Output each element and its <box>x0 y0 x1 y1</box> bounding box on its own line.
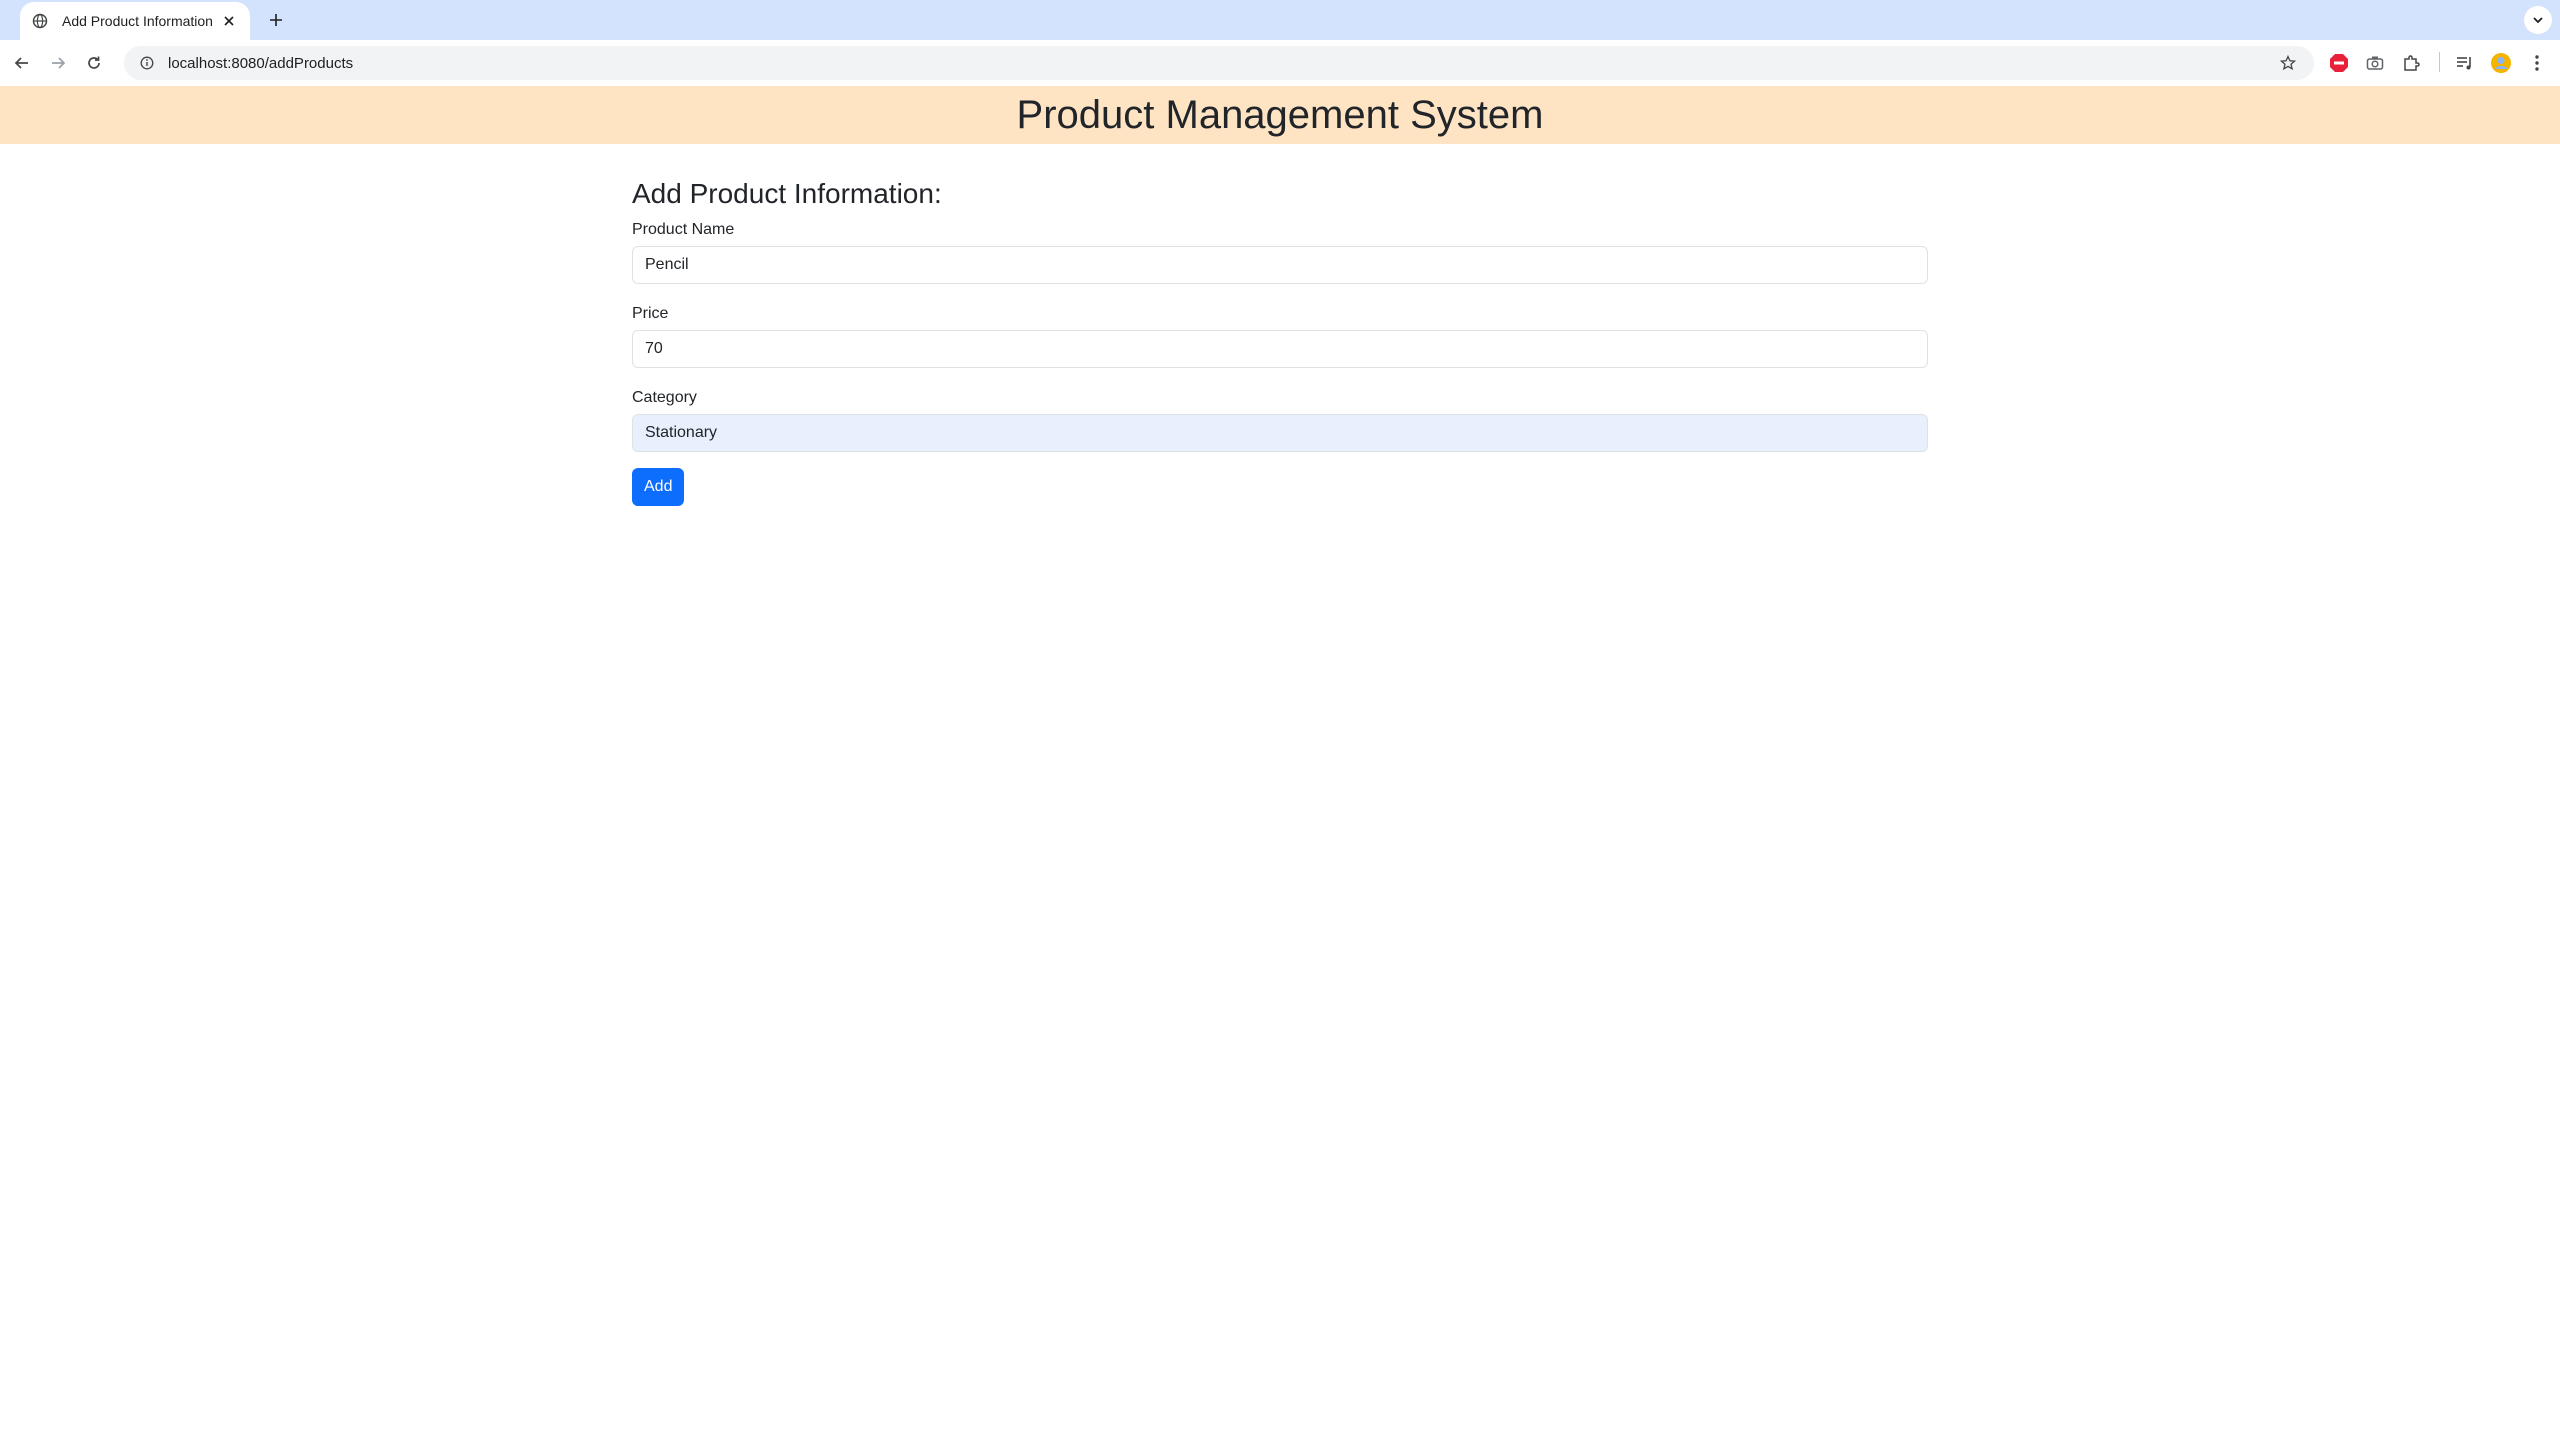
site-info-icon[interactable] <box>138 54 156 72</box>
category-field-group: Category <box>632 386 1928 452</box>
form-title: Add Product Information: <box>632 178 942 209</box>
browser-tab[interactable]: Add Product Information <box>20 2 250 40</box>
category-input[interactable] <box>632 414 1928 452</box>
toolbar-divider <box>2439 52 2440 72</box>
price-label: Price <box>632 305 669 322</box>
media-control-icon[interactable] <box>2452 50 2478 76</box>
product-name-field-group: Product Name <box>632 218 1928 284</box>
camera-icon[interactable] <box>2362 50 2388 76</box>
product-name-label: Product Name <box>632 221 735 238</box>
kebab-menu-icon[interactable] <box>2524 50 2550 76</box>
back-arrow-icon[interactable] <box>8 49 36 77</box>
globe-icon <box>30 11 50 31</box>
category-label: Category <box>632 389 697 406</box>
url-text: localhost:8080/addProducts <box>168 54 354 72</box>
adblock-icon[interactable] <box>2326 50 2352 76</box>
reload-icon[interactable] <box>80 49 108 77</box>
browser-toolbar: localhost:8080/addProducts <box>0 40 2560 86</box>
chevron-down-icon[interactable] <box>2524 6 2552 34</box>
add-product-form: Add Product Information: Product Name Pr… <box>632 170 1928 506</box>
tab-strip: Add Product Information <box>0 0 2560 40</box>
add-button[interactable]: Add <box>632 468 685 506</box>
tab-title: Add Product Information <box>62 13 213 29</box>
close-icon[interactable] <box>218 10 240 32</box>
price-input[interactable] <box>632 330 1928 368</box>
forward-arrow-icon[interactable] <box>44 49 72 77</box>
product-name-input[interactable] <box>632 246 1928 284</box>
puzzle-icon[interactable] <box>2398 50 2424 76</box>
avatar[interactable] <box>2488 50 2514 76</box>
price-field-group: Price <box>632 302 1928 368</box>
page-header: Product Management System <box>0 86 2560 144</box>
plus-icon[interactable] <box>262 8 290 32</box>
page-title: Product Management System <box>1016 92 1544 137</box>
address-bar[interactable]: localhost:8080/addProducts <box>124 46 2314 80</box>
star-icon[interactable] <box>2276 51 2300 75</box>
